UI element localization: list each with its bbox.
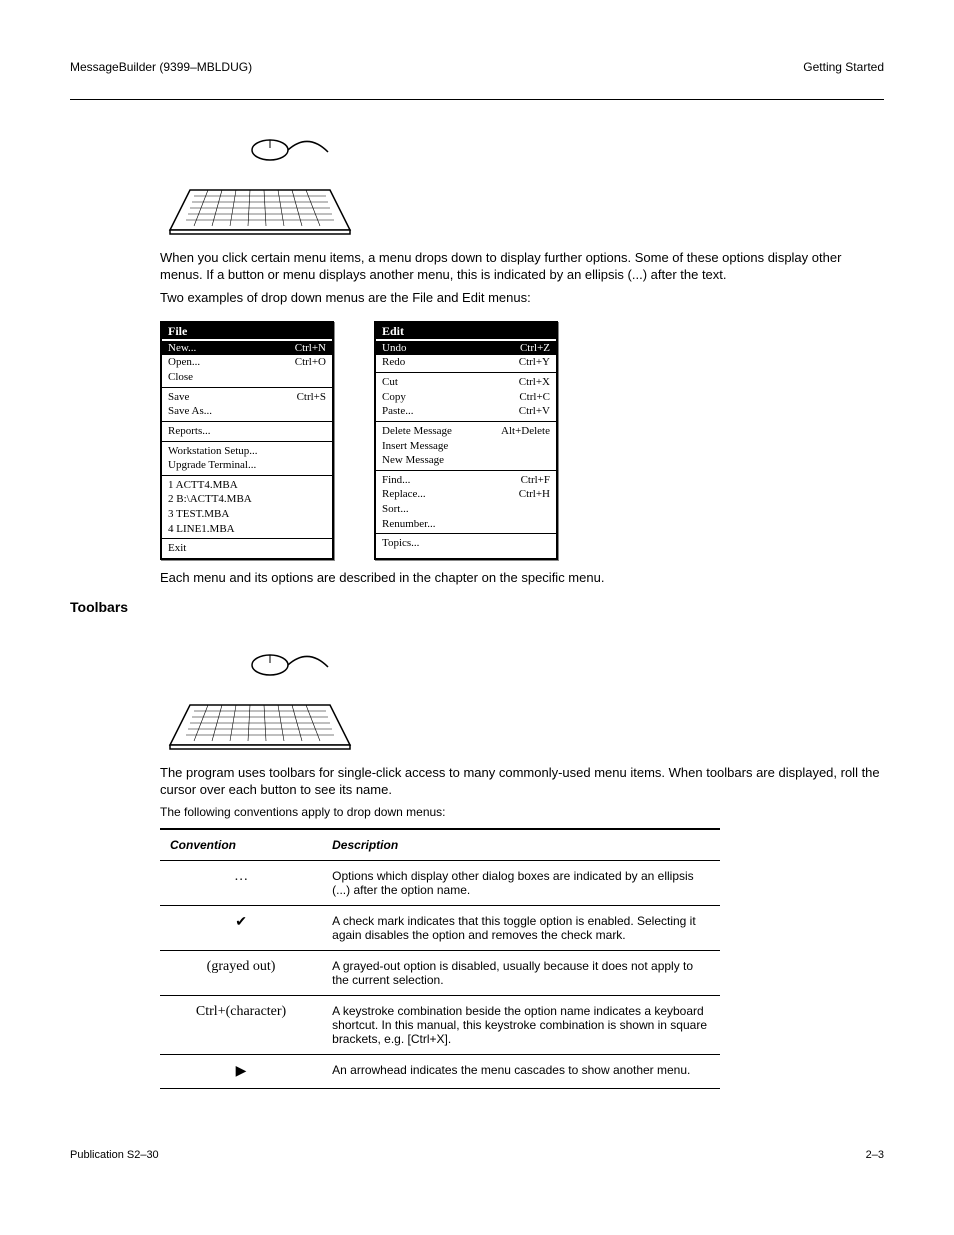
conventions-intro: The following conventions apply to drop … [160,805,884,821]
convention-row-cascade: ▶ An arrowhead indicates the menu cascad… [160,1055,720,1089]
conventions-col-description: Description [322,829,720,861]
edit-menu-item-renumber[interactable]: Renumber... [376,517,556,532]
convention-row-shortcut: Ctrl+(character) A keystroke combination… [160,996,720,1055]
toolbars-paragraph: The program uses toolbars for single-cli… [160,765,884,799]
file-menu-item-new[interactable]: New...Ctrl+N [162,341,332,356]
edit-menu-item-cut[interactable]: CutCtrl+X [376,375,556,390]
edit-menu-item-delete-message[interactable]: Delete MessageAlt+Delete [376,424,556,439]
file-menu-item-exit[interactable]: Exit [162,541,332,556]
file-menu-recent-3[interactable]: 3 TEST.MBA [162,507,332,522]
intro-paragraph-1: When you click certain menu items, a men… [160,250,884,284]
edit-menu-item-replace[interactable]: Replace...Ctrl+H [376,487,556,502]
edit-menu-item-sort[interactable]: Sort... [376,502,556,517]
edit-menu-item-new-message[interactable]: New Message [376,453,556,468]
edit-menu-item-copy[interactable]: CopyCtrl+C [376,390,556,405]
edit-menu-item-redo[interactable]: RedoCtrl+Y [376,355,556,370]
edit-menu-title: Edit [382,325,408,337]
file-menu-item-upgrade-terminal[interactable]: Upgrade Terminal... [162,458,332,473]
edit-menu-item-undo[interactable]: UndoCtrl+Z [376,341,556,356]
header-rule [70,99,884,100]
after-menus-paragraph: Each menu and its options are described … [160,570,884,587]
intro-paragraph-2: Two examples of drop down menus are the … [160,290,884,307]
toolbars-heading: Toolbars [70,599,884,615]
file-menu: File New...Ctrl+N Open...Ctrl+O Close Sa… [160,321,334,560]
file-menu-recent-1[interactable]: 1 ACTT4.MBA [162,478,332,493]
file-menu-item-save-as[interactable]: Save As... [162,404,332,419]
convention-row-checkmark: ✔ A check mark indicates that this toggl… [160,906,720,951]
publication-footer: Publication S2–30 [70,1149,159,1161]
edit-menu: Edit UndoCtrl+Z RedoCtrl+Y CutCtrl+X Cop… [374,321,558,560]
edit-menu-item-paste[interactable]: Paste...Ctrl+V [376,404,556,419]
conventions-table: Convention Description … Options which d… [160,828,720,1089]
file-menu-item-close[interactable]: Close [162,370,332,385]
file-menu-item-open[interactable]: Open...Ctrl+O [162,355,332,370]
file-menu-item-workstation-setup[interactable]: Workstation Setup... [162,444,332,459]
keyboard-mouse-illustration [160,120,360,240]
edit-menu-item-find[interactable]: Find...Ctrl+F [376,473,556,488]
convention-row-ellipsis: … Options which display other dialog box… [160,861,720,906]
header-left: MessageBuilder (9399–MBLDUG) [70,60,252,74]
file-menu-recent-2[interactable]: 2 B:\ACTT4.MBA [162,492,332,507]
file-menu-recent-4[interactable]: 4 LINE1.MBA [162,522,332,537]
header-right: Getting Started [803,60,884,74]
file-menu-title: File [168,325,191,337]
edit-menu-item-topics[interactable]: Topics... [376,536,556,551]
file-menu-item-save[interactable]: SaveCtrl+S [162,390,332,405]
keyboard-mouse-illustration-2 [160,635,360,755]
file-menu-item-reports[interactable]: Reports... [162,424,332,439]
conventions-col-convention: Convention [160,829,322,861]
convention-row-grayed: (grayed out) A grayed-out option is disa… [160,951,720,996]
page-number: 2–3 [866,1149,884,1161]
edit-menu-item-insert-message[interactable]: Insert Message [376,439,556,454]
